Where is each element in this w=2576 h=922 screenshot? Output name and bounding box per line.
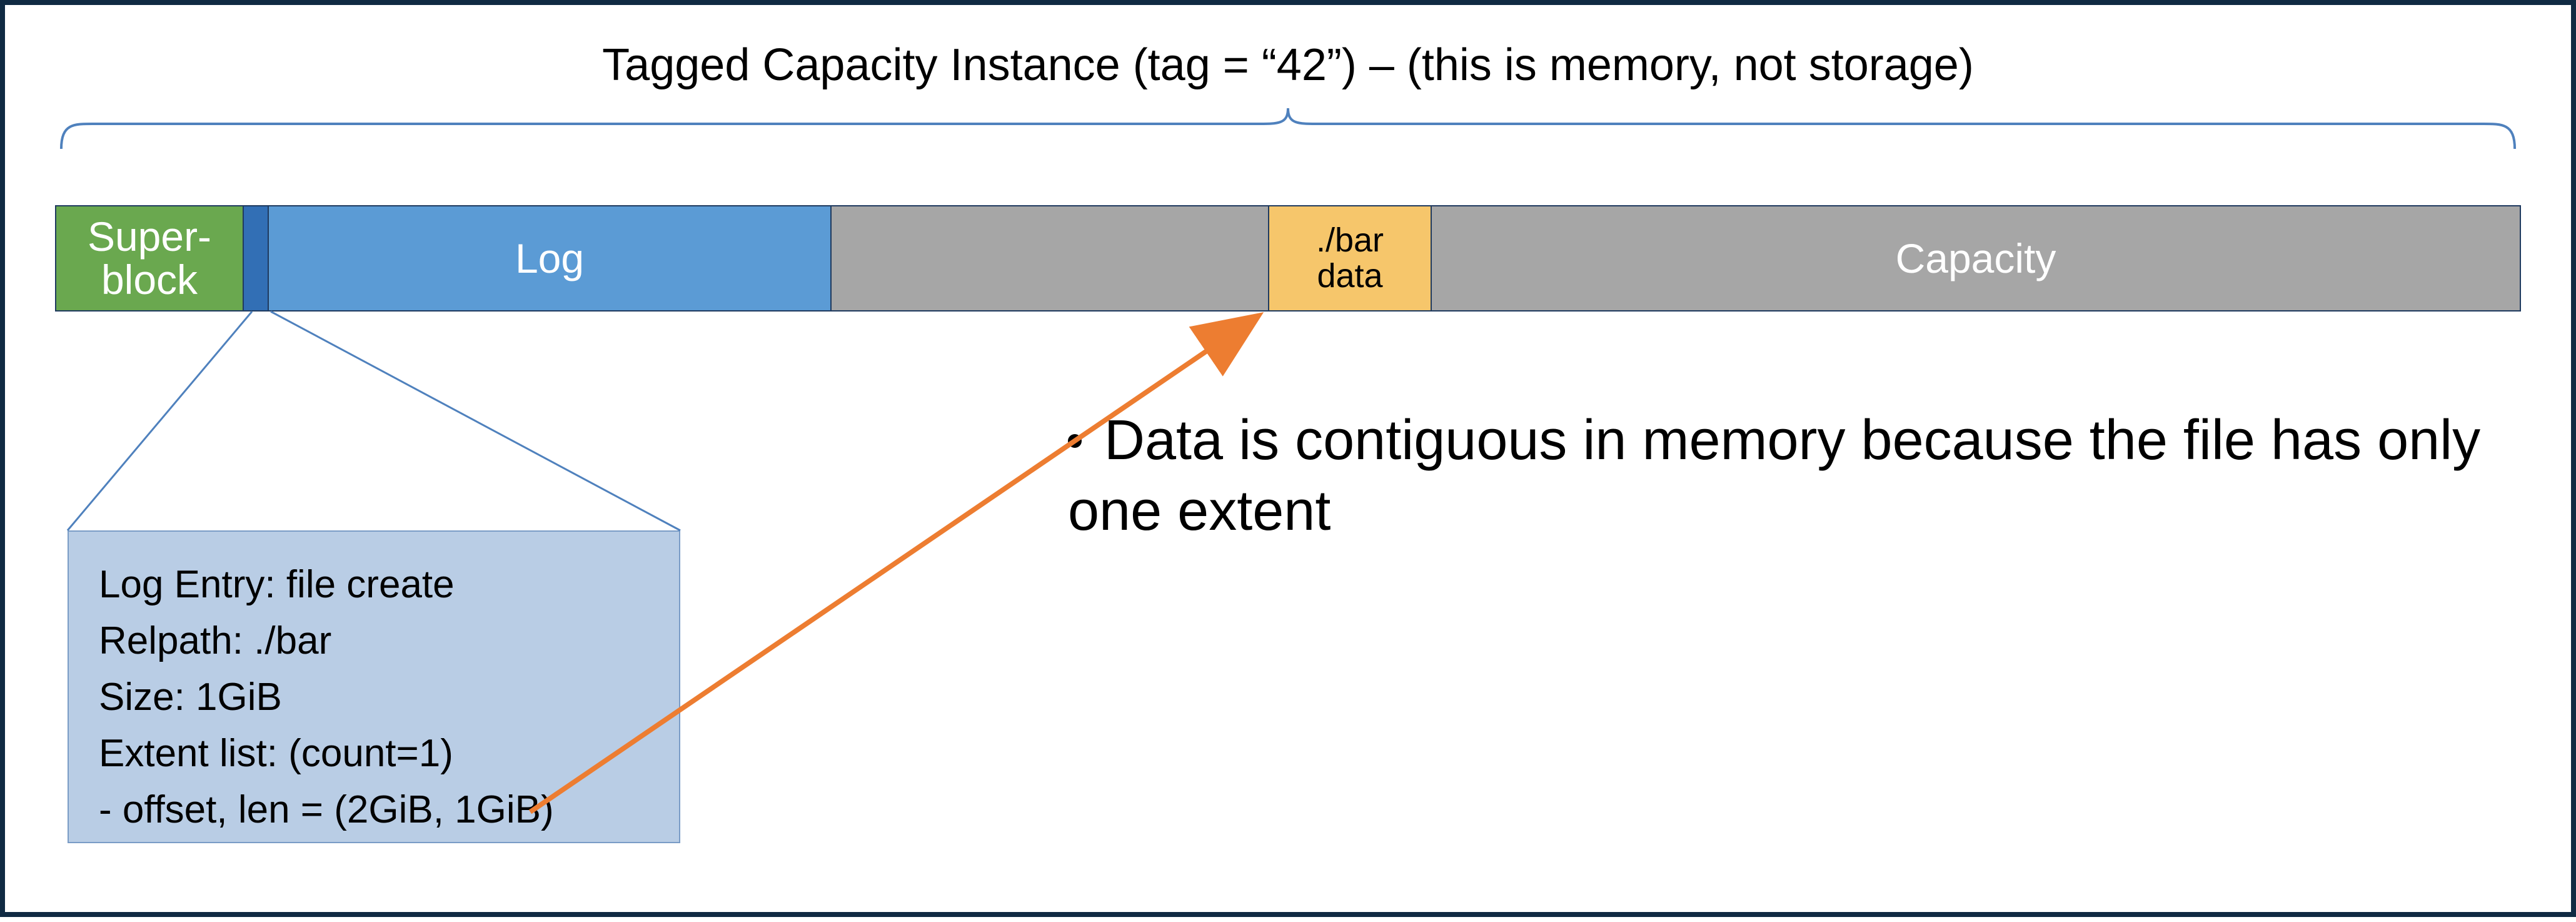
diagram-frame: Tagged Capacity Instance (tag = “42”) – … <box>0 0 2576 917</box>
segment-bar-data-label: ./bar data <box>1316 223 1384 293</box>
top-brace <box>55 105 2521 155</box>
explanation-text: Data is contiguous in memory because the… <box>1068 409 2480 542</box>
segment-capacity-label: Capacity <box>1896 235 2056 282</box>
segment-log-label: Log <box>515 235 584 282</box>
segment-capacity-after-data: Capacity <box>1432 206 2520 310</box>
callout-line-3: Size: 1GiB <box>99 669 649 726</box>
log-entry-callout: Log Entry: file create Relpath: ./bar Si… <box>68 530 680 843</box>
segment-superblock-label: Super- block <box>88 215 211 302</box>
callout-line-5: - offset, len = (2GiB, 1GiB) <box>99 782 649 838</box>
memory-bar: Super- block Log ./bar data Capacity <box>55 205 2521 312</box>
segment-bar-data: ./bar data <box>1269 206 1432 310</box>
bullet-dot-icon <box>1068 434 1082 448</box>
segment-superblock: Super- block <box>56 206 244 310</box>
callout-line-2: Relpath: ./bar <box>99 613 649 669</box>
segment-log: Log <box>269 206 832 310</box>
callout-line-1: Log Entry: file create <box>99 557 649 613</box>
callout-line-4: Extent list: (count=1) <box>99 726 649 782</box>
explanation-bullet: Data is contiguous in memory because the… <box>1068 405 2496 546</box>
diagram-title: Tagged Capacity Instance (tag = “42”) – … <box>5 39 2571 91</box>
segment-capacity-before-data <box>832 206 1269 310</box>
segment-log-entry-marker <box>244 206 269 310</box>
